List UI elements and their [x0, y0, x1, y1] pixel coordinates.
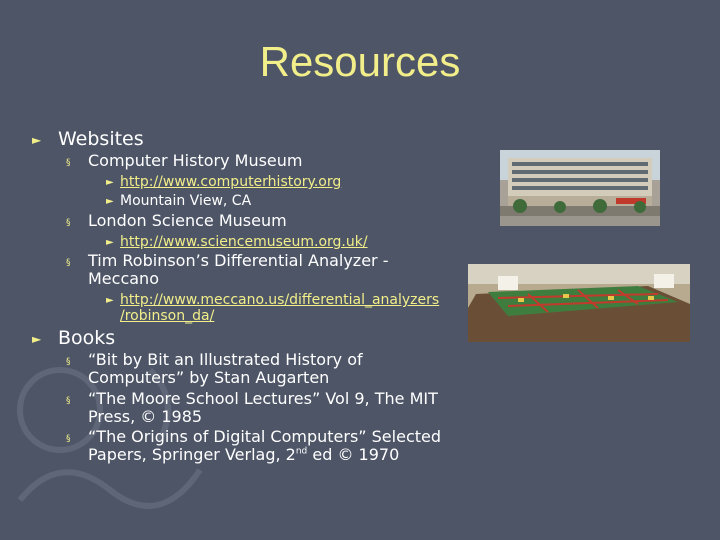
arrow-right-icon: ►: [106, 237, 114, 248]
square-bullet-icon: §: [66, 158, 71, 168]
square-bullet-icon: §: [66, 357, 71, 367]
books-label: Books: [58, 327, 116, 349]
lsm-item: § London Science Museum: [66, 212, 287, 232]
meccano-link-line1[interactable]: http://www.meccano.us/differential_analy…: [120, 292, 439, 308]
arrow-right-icon: ►: [32, 133, 42, 147]
book-1-line2: Computers” by Stan Augarten: [88, 368, 330, 387]
chm-location: Mountain View, CA: [120, 193, 252, 209]
chm-item: § Computer History Museum: [66, 152, 302, 172]
chm-label: Computer History Museum: [88, 151, 303, 170]
meccano-analyzer-photo: [468, 264, 690, 342]
meccano-label: Tim Robinson’s Differential Analyzer - M…: [88, 252, 388, 288]
arrow-right-icon: ►: [106, 177, 114, 188]
chm-link-item: ► http://www.computerhistory.org: [106, 174, 341, 191]
book-item-1: § “Bit by Bit an Illustrated History of …: [66, 351, 363, 387]
chm-location-item: ► Mountain View, CA: [106, 193, 251, 210]
meccano-label-line1: Tim Robinson’s Differential Analyzer -: [88, 251, 389, 270]
museum-building-photo: [500, 150, 660, 226]
meccano-link-line2[interactable]: /robinson_da/: [120, 308, 214, 324]
lsm-link-item: ► http://www.sciencemuseum.org.uk/: [106, 234, 368, 251]
slide-title: Resources: [259, 38, 461, 85]
meccano-item: § Tim Robinson’s Differential Analyzer -…: [66, 252, 388, 288]
websites-label: Websites: [58, 128, 144, 150]
books-item: ► Books: [32, 327, 115, 349]
square-bullet-icon: §: [66, 434, 71, 444]
book-item-2: § “The Moore School Lectures” Vol 9, The…: [66, 390, 438, 426]
lsm-link[interactable]: http://www.sciencemuseum.org.uk/: [120, 234, 368, 251]
book-3-line1: “The Origins of Digital Computers” Selec…: [88, 427, 442, 446]
book-1-line1: “Bit by Bit an Illustrated History of: [88, 350, 363, 369]
square-bullet-icon: §: [66, 258, 71, 268]
meccano-label-line2: Meccano: [88, 269, 159, 288]
meccano-link-item: ► http://www.meccano.us/differential_ana…: [106, 292, 439, 324]
chm-link[interactable]: http://www.computerhistory.org: [120, 174, 341, 191]
websites-item: ► Websites: [32, 128, 144, 150]
book-2-line1: “The Moore School Lectures” Vol 9, The M…: [88, 389, 438, 408]
arrow-right-icon: ►: [32, 332, 42, 346]
book-3-line2: Papers, Springer Verlag, 2nd ed © 1970: [88, 445, 400, 464]
book-item-3: § “The Origins of Digital Computers” Sel…: [66, 428, 441, 464]
square-bullet-icon: §: [66, 396, 71, 406]
arrow-right-icon: ►: [106, 295, 114, 306]
lsm-label: London Science Museum: [88, 211, 287, 230]
book-2-line2: Press, © 1985: [88, 407, 203, 426]
square-bullet-icon: §: [66, 218, 71, 228]
arrow-right-icon: ►: [106, 196, 114, 207]
